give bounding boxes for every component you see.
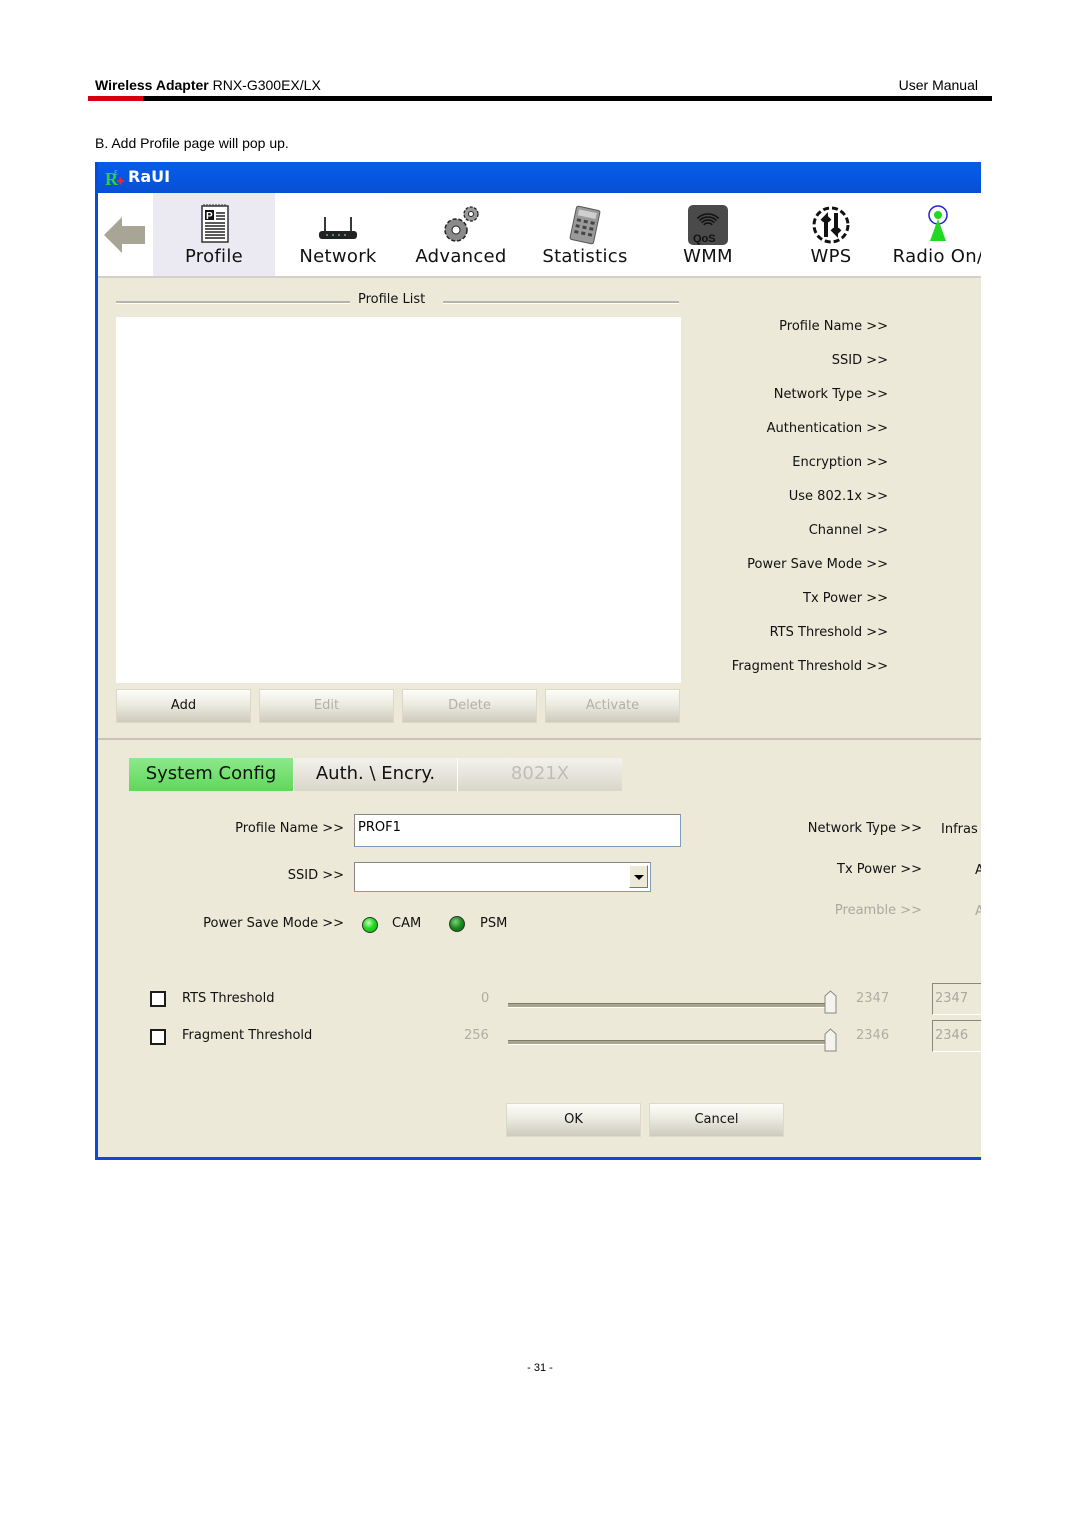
profile-name-input[interactable]: PROF1 <box>354 814 681 847</box>
info-encryption: Encryption >> <box>792 455 888 470</box>
info-fragment-threshold: Fragment Threshold >> <box>731 659 888 674</box>
info-power-save-mode: Power Save Mode >> <box>747 557 888 572</box>
toolbar-label: Radio On/ <box>892 246 981 267</box>
info-rts-threshold: RTS Threshold >> <box>769 625 888 640</box>
psm-radio[interactable] <box>449 916 465 932</box>
header-rule-accent <box>88 96 143 101</box>
info-authentication: Authentication >> <box>766 421 888 436</box>
ok-button[interactable]: OK <box>506 1103 641 1137</box>
doc-header-model: RNX-G300EX/LX <box>208 77 321 93</box>
fragment-threshold-checkbox[interactable] <box>150 1029 166 1045</box>
info-ssid: SSID >> <box>831 353 888 368</box>
doc-header-product: Wireless Adapter <box>95 77 209 93</box>
toolbar-wmm[interactable]: QoS WMM <box>647 193 769 276</box>
dropdown-arrow-icon[interactable] <box>629 865 648 888</box>
ssid-combobox[interactable] <box>354 862 651 892</box>
info-network-type: Network Type >> <box>773 387 888 402</box>
raui-logo-icon: R ε <box>105 167 124 188</box>
svg-text:ε: ε <box>114 167 118 177</box>
toolbar-label: WPS <box>810 246 852 267</box>
rts-slider-thumb[interactable] <box>824 990 837 1014</box>
rts-value-box[interactable]: 2347 <box>932 983 981 1015</box>
edit-button[interactable]: Edit <box>259 689 394 723</box>
calculator-icon <box>569 205 601 245</box>
page-number: - 31 - <box>527 1362 553 1374</box>
raui-window: R ε RaUI P Profile Network Advanced Stat… <box>95 162 981 1160</box>
info-use-8021x: Use 802.1x >> <box>788 489 888 504</box>
cam-label: CAM <box>392 916 422 931</box>
tx-power-value: A <box>975 863 981 878</box>
toolbar: P Profile Network Advanced Statistics Qo… <box>98 193 981 278</box>
back-arrow-icon[interactable] <box>104 215 146 255</box>
header-rule <box>95 96 992 101</box>
network-type-label: Network Type >> <box>807 821 922 836</box>
toolbar-wps[interactable]: WPS <box>770 193 892 276</box>
network-type-value: Infras <box>941 822 978 837</box>
preamble-label: Preamble >> <box>834 903 922 918</box>
cancel-button[interactable]: Cancel <box>649 1103 784 1137</box>
fieldset-line <box>443 301 679 304</box>
window-title: RaUI <box>128 167 171 186</box>
delete-button[interactable]: Delete <box>402 689 537 723</box>
svg-text:P: P <box>206 211 213 222</box>
toolbar-label: Statistics <box>542 246 628 267</box>
profile-list[interactable] <box>116 317 681 683</box>
rts-threshold-label: RTS Threshold <box>182 991 275 1006</box>
profile-document-icon: P <box>201 204 229 243</box>
tab-auth-encry[interactable]: Auth. \ Encry. <box>293 758 457 791</box>
wps-arrows-icon <box>812 206 850 244</box>
toolbar-label: Profile <box>184 246 244 267</box>
intro-text: B. Add Profile page will pop up. <box>95 135 289 151</box>
rts-threshold-checkbox[interactable] <box>150 991 166 1007</box>
toolbar-label: Advanced <box>415 246 507 267</box>
svg-text:QoS: QoS <box>693 233 716 245</box>
toolbar-label: WMM <box>683 246 733 267</box>
rts-min-value: 0 <box>481 991 490 1006</box>
power-save-mode-label: Power Save Mode >> <box>203 916 344 931</box>
psm-label: PSM <box>480 916 508 931</box>
doc-header-manual: User Manual <box>898 77 978 93</box>
doc-header-title: Wireless Adapter RNX-G300EX/LX <box>95 77 321 93</box>
toolbar-label: Network <box>299 246 377 267</box>
fragment-threshold-label: Fragment Threshold <box>182 1028 313 1043</box>
preamble-value: A <box>975 904 981 919</box>
fragment-min-value: 256 <box>464 1028 489 1043</box>
profile-list-legend: Profile List <box>358 292 426 307</box>
toolbar-profile[interactable]: P Profile <box>153 193 275 276</box>
tx-power-label: Tx Power >> <box>837 862 922 877</box>
router-icon <box>319 217 357 239</box>
fragment-slider-thumb[interactable] <box>824 1028 837 1052</box>
info-profile-name: Profile Name >> <box>779 319 888 334</box>
cam-radio[interactable] <box>362 917 378 933</box>
qos-signal-icon: QoS <box>688 205 728 245</box>
section-divider <box>98 738 981 740</box>
fragment-max-value: 2346 <box>856 1028 890 1043</box>
info-tx-power: Tx Power >> <box>803 591 888 606</box>
fieldset-line <box>116 301 350 304</box>
toolbar-statistics[interactable]: Statistics <box>524 193 646 276</box>
toolbar-advanced[interactable]: Advanced <box>400 193 522 276</box>
gears-icon <box>444 206 479 242</box>
tab-system-config[interactable]: System Config <box>129 758 293 791</box>
rts-slider-track[interactable] <box>508 1003 828 1008</box>
toolbar-network[interactable]: Network <box>277 193 399 276</box>
activate-button[interactable]: Activate <box>545 689 680 723</box>
ssid-label: SSID >> <box>287 868 344 883</box>
add-button[interactable]: Add <box>116 689 251 723</box>
info-channel: Channel >> <box>808 523 888 538</box>
rts-max-value: 2347 <box>856 991 890 1006</box>
fragment-value-box[interactable]: 2346 <box>932 1020 981 1052</box>
fragment-slider-track[interactable] <box>508 1040 828 1045</box>
radio-antenna-icon <box>928 205 948 241</box>
title-bar: R ε RaUI <box>98 162 981 193</box>
tab-8021x[interactable]: 8021X <box>457 758 622 791</box>
toolbar-radio[interactable]: Radio On/ <box>883 193 981 276</box>
profile-name-label: Profile Name >> <box>235 821 344 836</box>
window-bottom-border <box>98 1157 981 1160</box>
